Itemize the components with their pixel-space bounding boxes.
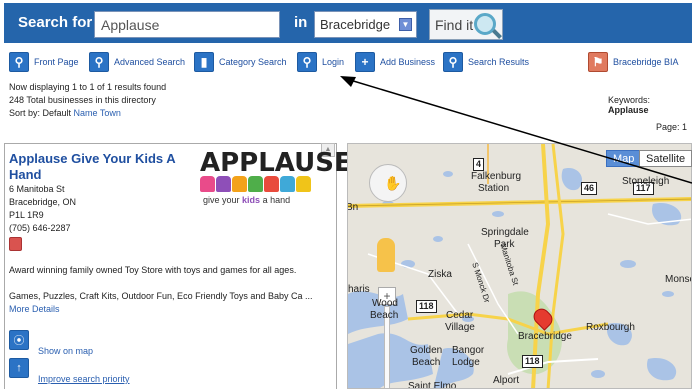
business-city: Bracebridge, ON — [9, 197, 77, 207]
tagline-kids: kids — [242, 195, 261, 205]
business-postal: P1L 1R9 — [9, 210, 44, 220]
results-displaying: Now displaying 1 to 1 of 1 results found — [9, 82, 167, 92]
plus-icon: + — [355, 52, 375, 72]
magnifier-icon — [474, 13, 496, 35]
chevron-down-icon[interactable]: ▼ — [399, 18, 412, 31]
magnifier-plus-icon: ⚲ — [443, 52, 463, 72]
label-ziska: Ziska — [428, 269, 452, 280]
label-stoneleigh: Stoneleigh — [622, 176, 670, 187]
business-title[interactable]: Applause Give Your Kids A Hand — [9, 151, 189, 183]
label-saint-elmo: Saint Elmo — [408, 381, 457, 389]
sort-town-link[interactable]: Town — [100, 108, 121, 118]
find-it-label: Find it — [435, 17, 474, 33]
location-value: Bracebridge — [320, 17, 391, 32]
details-text: Games, Puzzles, Craft Kits, Outdoor Fun,… — [9, 291, 313, 301]
find-it-button[interactable]: Find it — [429, 9, 503, 40]
magnifier-icon: ⚲ — [9, 52, 29, 72]
nav-bracebridge-bia[interactable]: ⚑ Bracebridge BIA — [588, 51, 679, 73]
nav-label: Add Business — [380, 57, 436, 67]
label-wood: Wood — [372, 298, 398, 309]
bars-icon: ▮ — [194, 52, 214, 72]
map-icon[interactable]: ⦿ — [9, 330, 29, 350]
map-panel[interactable]: ✋ + 4 46 117 118 118 Falkenburg Station … — [347, 143, 692, 389]
magnifier-icon: ⚲ — [297, 52, 317, 72]
highway-46: 46 — [581, 182, 598, 195]
label-golden: Golden — [410, 345, 443, 356]
label-monsell: Monsel — [665, 274, 691, 285]
nav-advanced-search[interactable]: ⚲ Advanced Search — [89, 51, 185, 73]
label-haris: haris — [348, 284, 370, 295]
sort-row: Sort by: Default Name Town — [9, 107, 121, 119]
sort-name-link[interactable]: Name — [74, 108, 98, 118]
nav-search-results[interactable]: ⚲ Search Results — [443, 51, 529, 73]
sort-label: Sort by: Default — [9, 108, 72, 118]
location-select[interactable]: Bracebridge ▼ — [314, 11, 417, 38]
more-details-link[interactable]: More Details — [9, 304, 60, 314]
nav-label: Category Search — [219, 57, 287, 67]
keywords-label: Keywords: — [608, 95, 651, 105]
label-bn: Bn — [347, 202, 359, 213]
search-for-label: Search for — [18, 14, 93, 31]
search-bar: Search for Applause in Bracebridge ▼ Fin… — [4, 3, 692, 43]
improve-priority-link[interactable]: Improve search priority — [38, 374, 130, 384]
label-cedar: Cedar — [446, 310, 474, 321]
nav-category-search[interactable]: ▮ Category Search — [194, 51, 287, 73]
highway-118-west: 118 — [416, 300, 437, 313]
flag-icon: ⚑ — [588, 52, 608, 72]
label-falkenburg: Falkenburg — [471, 171, 522, 182]
label-springdale: Springdale — [481, 227, 529, 238]
label-beach: Beach — [412, 357, 441, 368]
nav-label: Advanced Search — [114, 57, 186, 67]
page-value: 1 — [682, 122, 688, 132]
keywords: Keywords: Applause — [608, 95, 692, 115]
search-input[interactable]: Applause — [94, 11, 280, 38]
magnifier-icon: ⚲ — [89, 52, 109, 72]
show-on-map-link[interactable]: Show on map — [38, 346, 93, 356]
label-wood-beach: Beach — [370, 310, 399, 321]
label-roxbourgh: Roxbourgh — [586, 322, 635, 333]
nav-label: Search Results — [468, 57, 530, 67]
pegman-icon[interactable] — [377, 238, 395, 272]
business-description: Award winning family owned Toy Store wit… — [9, 265, 297, 275]
highway-4: 4 — [473, 158, 485, 171]
nav-add-business[interactable]: + Add Business — [355, 51, 435, 73]
label-bracebridge: Bracebridge — [518, 331, 572, 342]
nav-label: Login — [322, 57, 345, 67]
keywords-value: Applause — [608, 105, 649, 115]
business-details: Games, Puzzles, Craft Kits, Outdoor Fun,… — [9, 290, 319, 316]
highway-118-east: 118 — [522, 355, 543, 368]
hands-logo-icon — [200, 176, 312, 192]
label-station: Station — [478, 183, 510, 194]
tagline-post: a hand — [262, 195, 291, 205]
map-pin-icon — [9, 237, 22, 251]
pan-control[interactable]: ✋ — [369, 164, 407, 202]
arrow-up-icon[interactable]: ↑ — [9, 358, 29, 378]
hand-icon: ✋ — [384, 175, 402, 191]
nav-label: Front Page — [34, 57, 79, 67]
label-lodge: Lodge — [452, 357, 480, 368]
map-type-satellite-button[interactable]: Satellite — [639, 150, 692, 167]
in-label: in — [294, 14, 308, 31]
label-alport: Alport — [493, 375, 520, 386]
nav-label: Bracebridge BIA — [613, 57, 679, 67]
tagline-pre: give your — [203, 195, 240, 205]
label-bangor: Bangor — [452, 345, 485, 356]
business-address: 6 Manitoba St — [9, 184, 65, 194]
logo-tagline: give your kids a hand — [203, 195, 290, 205]
page-label: Page: — [656, 122, 680, 132]
map-type-map-button[interactable]: Map — [606, 150, 642, 167]
business-phone: (705) 646-2287 — [9, 223, 71, 233]
nav-login[interactable]: ⚲ Login — [297, 51, 344, 73]
page-indicator: Page: 1 — [656, 122, 687, 132]
applause-logo: APPLAUSE! — [200, 148, 364, 178]
label-village: Village — [445, 322, 475, 333]
results-total: 248 Total businesses in this directory — [9, 95, 156, 105]
nav-front-page[interactable]: ⚲ Front Page — [9, 51, 79, 73]
